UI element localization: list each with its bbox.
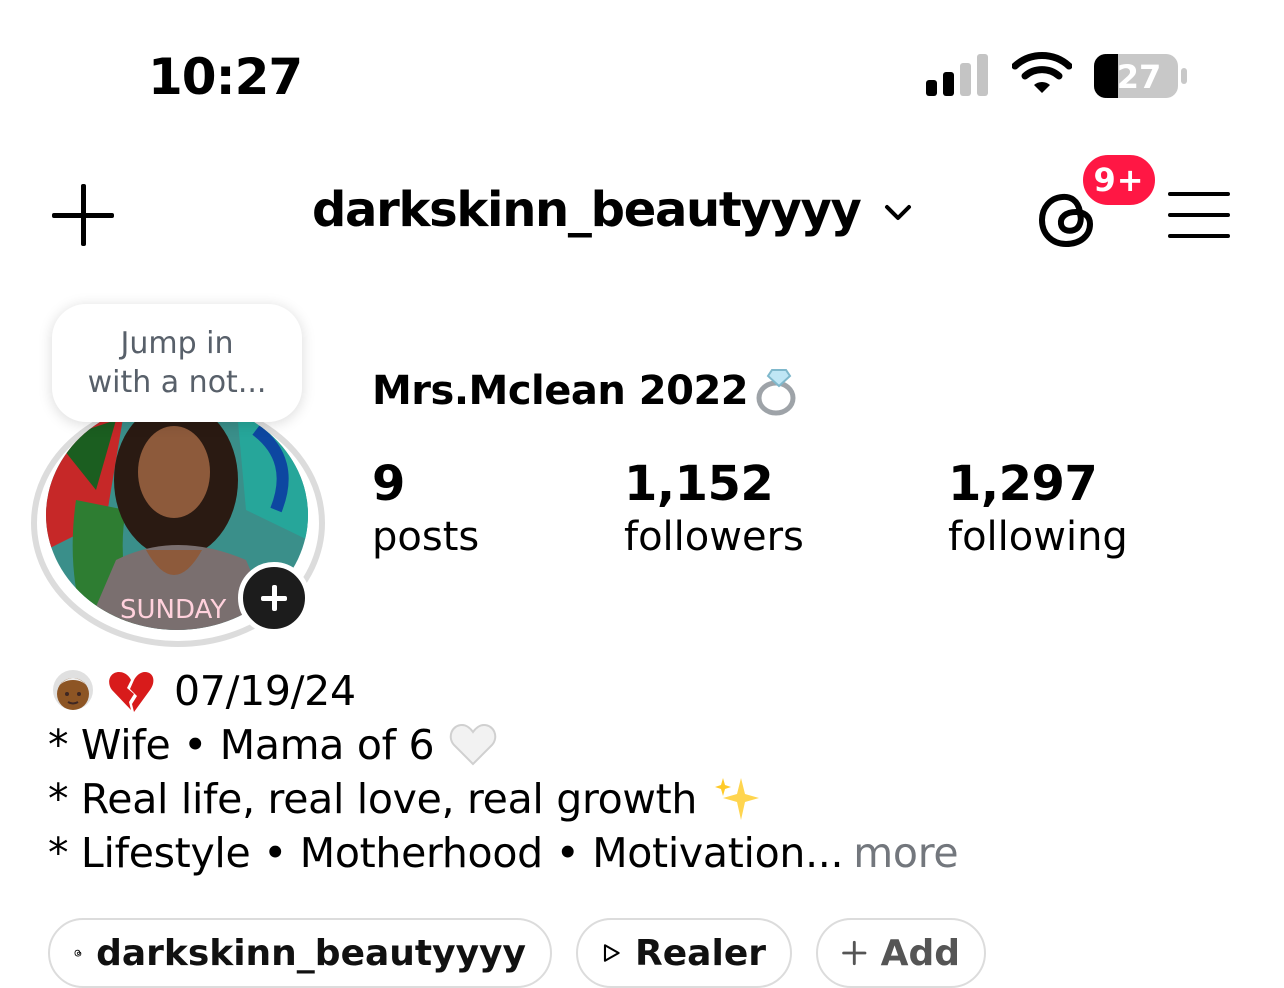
older-woman-emoji-icon bbox=[53, 670, 93, 710]
stat-following[interactable]: 1,297 following bbox=[948, 456, 1128, 562]
bio-lifestyle-text: * Lifestyle • Motherhood • Motivation bbox=[48, 829, 806, 877]
notification-badge: 9+ bbox=[1080, 152, 1158, 208]
bio-more-link[interactable]: more bbox=[853, 826, 958, 880]
battery-icon: 27 bbox=[1094, 54, 1187, 98]
plus-icon bbox=[842, 940, 867, 966]
bio-wife-text: * Wife • Mama of 6 bbox=[48, 721, 435, 769]
note-tooltip-line2: with a not... bbox=[87, 365, 267, 400]
bio-date: 07/19/24 bbox=[174, 667, 356, 715]
stat-following-label: following bbox=[948, 514, 1128, 560]
bio-line: * Real life, real love, real growth bbox=[48, 772, 958, 826]
white-heart-icon bbox=[450, 723, 497, 766]
account-switcher[interactable]: darkskinn_beautyyyy bbox=[312, 182, 915, 238]
stat-followers-label: followers bbox=[624, 514, 804, 560]
bio-ellipsis: ... bbox=[805, 829, 844, 877]
bio-line: * Wife • Mama of 6 bbox=[48, 718, 958, 772]
chevron-down-icon bbox=[884, 205, 911, 220]
add-story-button[interactable] bbox=[238, 562, 310, 634]
realer-link-label: Realer bbox=[635, 932, 766, 974]
stat-posts[interactable]: 9 posts bbox=[372, 456, 479, 562]
add-link-pill[interactable]: Add bbox=[816, 918, 986, 988]
display-name-text: Mrs.Mclean 2022 bbox=[372, 368, 749, 414]
bio-line: 07/19/24 bbox=[48, 664, 958, 718]
menu-line-icon bbox=[1168, 192, 1230, 196]
stat-followers[interactable]: 1,152 followers bbox=[624, 456, 804, 562]
ring-icon bbox=[756, 369, 796, 416]
sparkles-icon bbox=[715, 778, 760, 820]
create-button[interactable] bbox=[52, 184, 116, 248]
broken-heart-icon bbox=[109, 672, 154, 712]
threads-small-icon bbox=[74, 949, 82, 957]
add-link-label: Add bbox=[880, 932, 960, 974]
status-time: 10:27 bbox=[148, 48, 303, 106]
bio: 07/19/24 * Wife • Mama of 6 * Real life,… bbox=[48, 664, 959, 880]
stat-posts-label: posts bbox=[372, 514, 480, 560]
menu-line-icon bbox=[1168, 234, 1230, 238]
note-tooltip-line1: Jump in bbox=[120, 326, 234, 361]
display-name: Mrs.Mclean 2022 bbox=[372, 364, 806, 418]
note-tooltip[interactable]: Jump in with a not... bbox=[52, 304, 302, 422]
menu-button[interactable] bbox=[1168, 190, 1232, 242]
stat-following-value: 1,297 bbox=[948, 456, 1098, 512]
stat-followers-value: 1,152 bbox=[624, 456, 774, 512]
battery-level: 27 bbox=[1117, 58, 1162, 96]
header-username: darkskinn_beautyyyy bbox=[312, 182, 862, 238]
play-icon bbox=[603, 944, 620, 962]
stat-posts-value: 9 bbox=[372, 456, 405, 512]
threads-link-pill[interactable]: darkskinn_beautyyyy bbox=[48, 918, 552, 988]
wifi-icon bbox=[1012, 52, 1072, 93]
cellular-signal-icon bbox=[926, 54, 988, 96]
realer-link-pill[interactable]: Realer bbox=[576, 918, 792, 988]
bio-line: * Lifestyle • Motherhood • Motivation ..… bbox=[48, 826, 959, 880]
threads-link-label: darkskinn_beautyyyy bbox=[96, 932, 526, 974]
bio-real-life-text: * Real life, real love, real growth bbox=[48, 775, 698, 823]
menu-line-icon bbox=[1168, 213, 1230, 217]
avatar-overlay-text: SUNDAY bbox=[120, 595, 226, 625]
